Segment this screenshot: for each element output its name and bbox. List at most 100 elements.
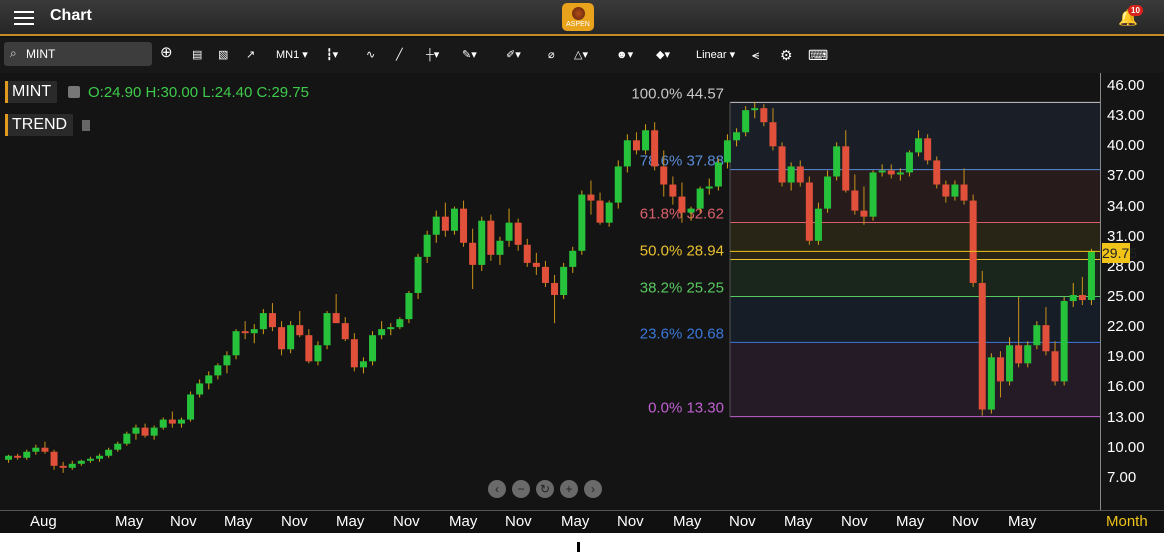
period-select[interactable]: MN1 ▾ xyxy=(276,46,308,66)
candle-body xyxy=(268,313,276,328)
candle-body xyxy=(441,216,449,231)
chart-type-icon[interactable]: ┇▾ xyxy=(326,46,338,66)
candle-body xyxy=(551,282,559,296)
candle-body xyxy=(1087,251,1095,301)
candle-body xyxy=(951,184,959,197)
candle-body xyxy=(14,455,22,458)
candlestick-chart[interactable]: 100.0% 44.5778.6% 37.8861.8% 32.6250.0% … xyxy=(0,73,1100,510)
candle-body xyxy=(842,146,850,191)
symbol-label[interactable]: MINT xyxy=(5,81,58,103)
chart-plot-area[interactable]: 100.0% 44.57 78.6% 37.88 61.8% 32.62 50.0% … xyxy=(0,73,1100,510)
fib-band xyxy=(730,342,1100,417)
candle-body xyxy=(1060,301,1068,382)
candle-body xyxy=(77,460,85,464)
candle-body xyxy=(1051,351,1059,382)
shapes-icon[interactable]: △▾ xyxy=(574,46,588,66)
time-tick: Nov xyxy=(841,513,868,530)
candle-body xyxy=(369,335,377,362)
scroll-left-icon[interactable]: ‹ xyxy=(488,480,506,498)
candle-body xyxy=(1006,345,1014,382)
candle-body xyxy=(742,110,750,133)
candle-body xyxy=(396,319,404,328)
candle-body xyxy=(651,130,659,167)
time-axis[interactable]: Month Aug May Nov May Nov May Nov May Nov May Nov M… xyxy=(0,510,1164,533)
candle-body xyxy=(942,184,950,197)
candle-body xyxy=(23,451,31,458)
time-tick: Nov xyxy=(617,513,644,530)
candle-body xyxy=(296,325,304,336)
page-title: Chart xyxy=(50,7,92,24)
reset-icon[interactable]: ↻ xyxy=(536,480,554,498)
candle-body xyxy=(614,166,622,203)
candle-body xyxy=(860,210,868,217)
compare-icon[interactable]: ↗ xyxy=(246,46,255,66)
candle-body xyxy=(450,208,458,231)
candle-body xyxy=(514,222,522,245)
study-label[interactable]: TREND xyxy=(5,114,74,136)
indicator-icon[interactable]: ∿ xyxy=(366,46,375,66)
line-icon[interactable]: ╱ xyxy=(396,46,403,66)
candle-body xyxy=(387,327,395,330)
tag-icon[interactable]: ◆▾ xyxy=(656,46,670,66)
add-icon[interactable]: ⊕ xyxy=(160,44,173,64)
candle-body xyxy=(569,250,577,267)
share-icon[interactable]: ⪪ xyxy=(752,46,759,66)
candle-body xyxy=(560,266,568,296)
time-tick: May xyxy=(336,513,365,530)
candle-body xyxy=(5,455,13,460)
candle-body xyxy=(996,357,1004,382)
menu-icon[interactable] xyxy=(12,7,36,29)
candle-body xyxy=(778,146,786,183)
notification-bell-icon[interactable]: 🔔 10 xyxy=(1118,5,1143,32)
candle-body xyxy=(660,166,668,185)
scale-select[interactable]: Linear ▾ xyxy=(696,46,735,66)
chart-navigation: ‹ − ↻ + › xyxy=(488,480,608,498)
keyboard-icon[interactable]: ⌨ xyxy=(808,46,828,66)
candle-body xyxy=(1033,325,1041,346)
collapse-icon[interactable] xyxy=(68,86,80,98)
aspen-logo: ASPEN xyxy=(562,3,594,31)
search-icon: ⌕ xyxy=(10,46,17,60)
zoom-in-icon[interactable]: + xyxy=(560,480,578,498)
title-bar: Chart ASPEN 🔔 10 xyxy=(0,0,1164,36)
zoom-out-icon[interactable]: − xyxy=(512,480,530,498)
candle-body xyxy=(769,122,777,147)
candle-body xyxy=(751,108,759,111)
fib-label: 23.6% 20.68 xyxy=(640,325,724,342)
candle-body xyxy=(123,433,131,444)
candle-body xyxy=(669,184,677,197)
pencil-icon[interactable]: ✎▾ xyxy=(462,46,477,66)
emoji-icon[interactable]: ☻▾ xyxy=(616,46,633,66)
ruler-icon[interactable]: ⌀ xyxy=(548,46,555,66)
time-tick: Nov xyxy=(170,513,197,530)
candle-body xyxy=(378,329,386,336)
candle-body xyxy=(587,194,595,201)
signature-icon[interactable]: ✐▾ xyxy=(506,46,521,66)
fib-label: 50.0% 28.94 xyxy=(640,242,724,259)
candle-body xyxy=(596,200,604,223)
candle-body xyxy=(805,182,813,241)
time-tick: Nov xyxy=(952,513,979,530)
candle-body xyxy=(1015,345,1023,364)
candle-body xyxy=(405,293,413,320)
candle-body xyxy=(1069,295,1077,302)
crosshair-icon[interactable]: ┼▾ xyxy=(426,46,439,66)
candle-body xyxy=(359,361,367,368)
price-tick: 7.00 xyxy=(1107,468,1137,486)
candle-body xyxy=(760,108,768,123)
candle-body xyxy=(687,208,695,213)
symbol-search-input[interactable]: ⌕ MINT xyxy=(4,42,152,66)
candle-body xyxy=(642,130,650,151)
settings-icon[interactable]: ⚙ xyxy=(780,46,793,66)
candle-body xyxy=(605,202,613,223)
price-tick: 16.00 xyxy=(1107,378,1145,396)
candle-body xyxy=(287,325,295,350)
price-tick: 25.00 xyxy=(1107,288,1145,306)
new-doc-icon[interactable]: ▤ xyxy=(192,46,202,66)
price-tick: 19.00 xyxy=(1107,348,1145,366)
price-tick: 46.00 xyxy=(1107,77,1145,95)
price-axis[interactable]: 46.00 43.00 40.00 37.00 34.00 31.00 28.00 25.00… xyxy=(1100,73,1164,510)
template-icon[interactable]: ▧ xyxy=(218,46,228,66)
scroll-right-icon[interactable]: › xyxy=(584,480,602,498)
trash-icon[interactable] xyxy=(82,120,90,131)
